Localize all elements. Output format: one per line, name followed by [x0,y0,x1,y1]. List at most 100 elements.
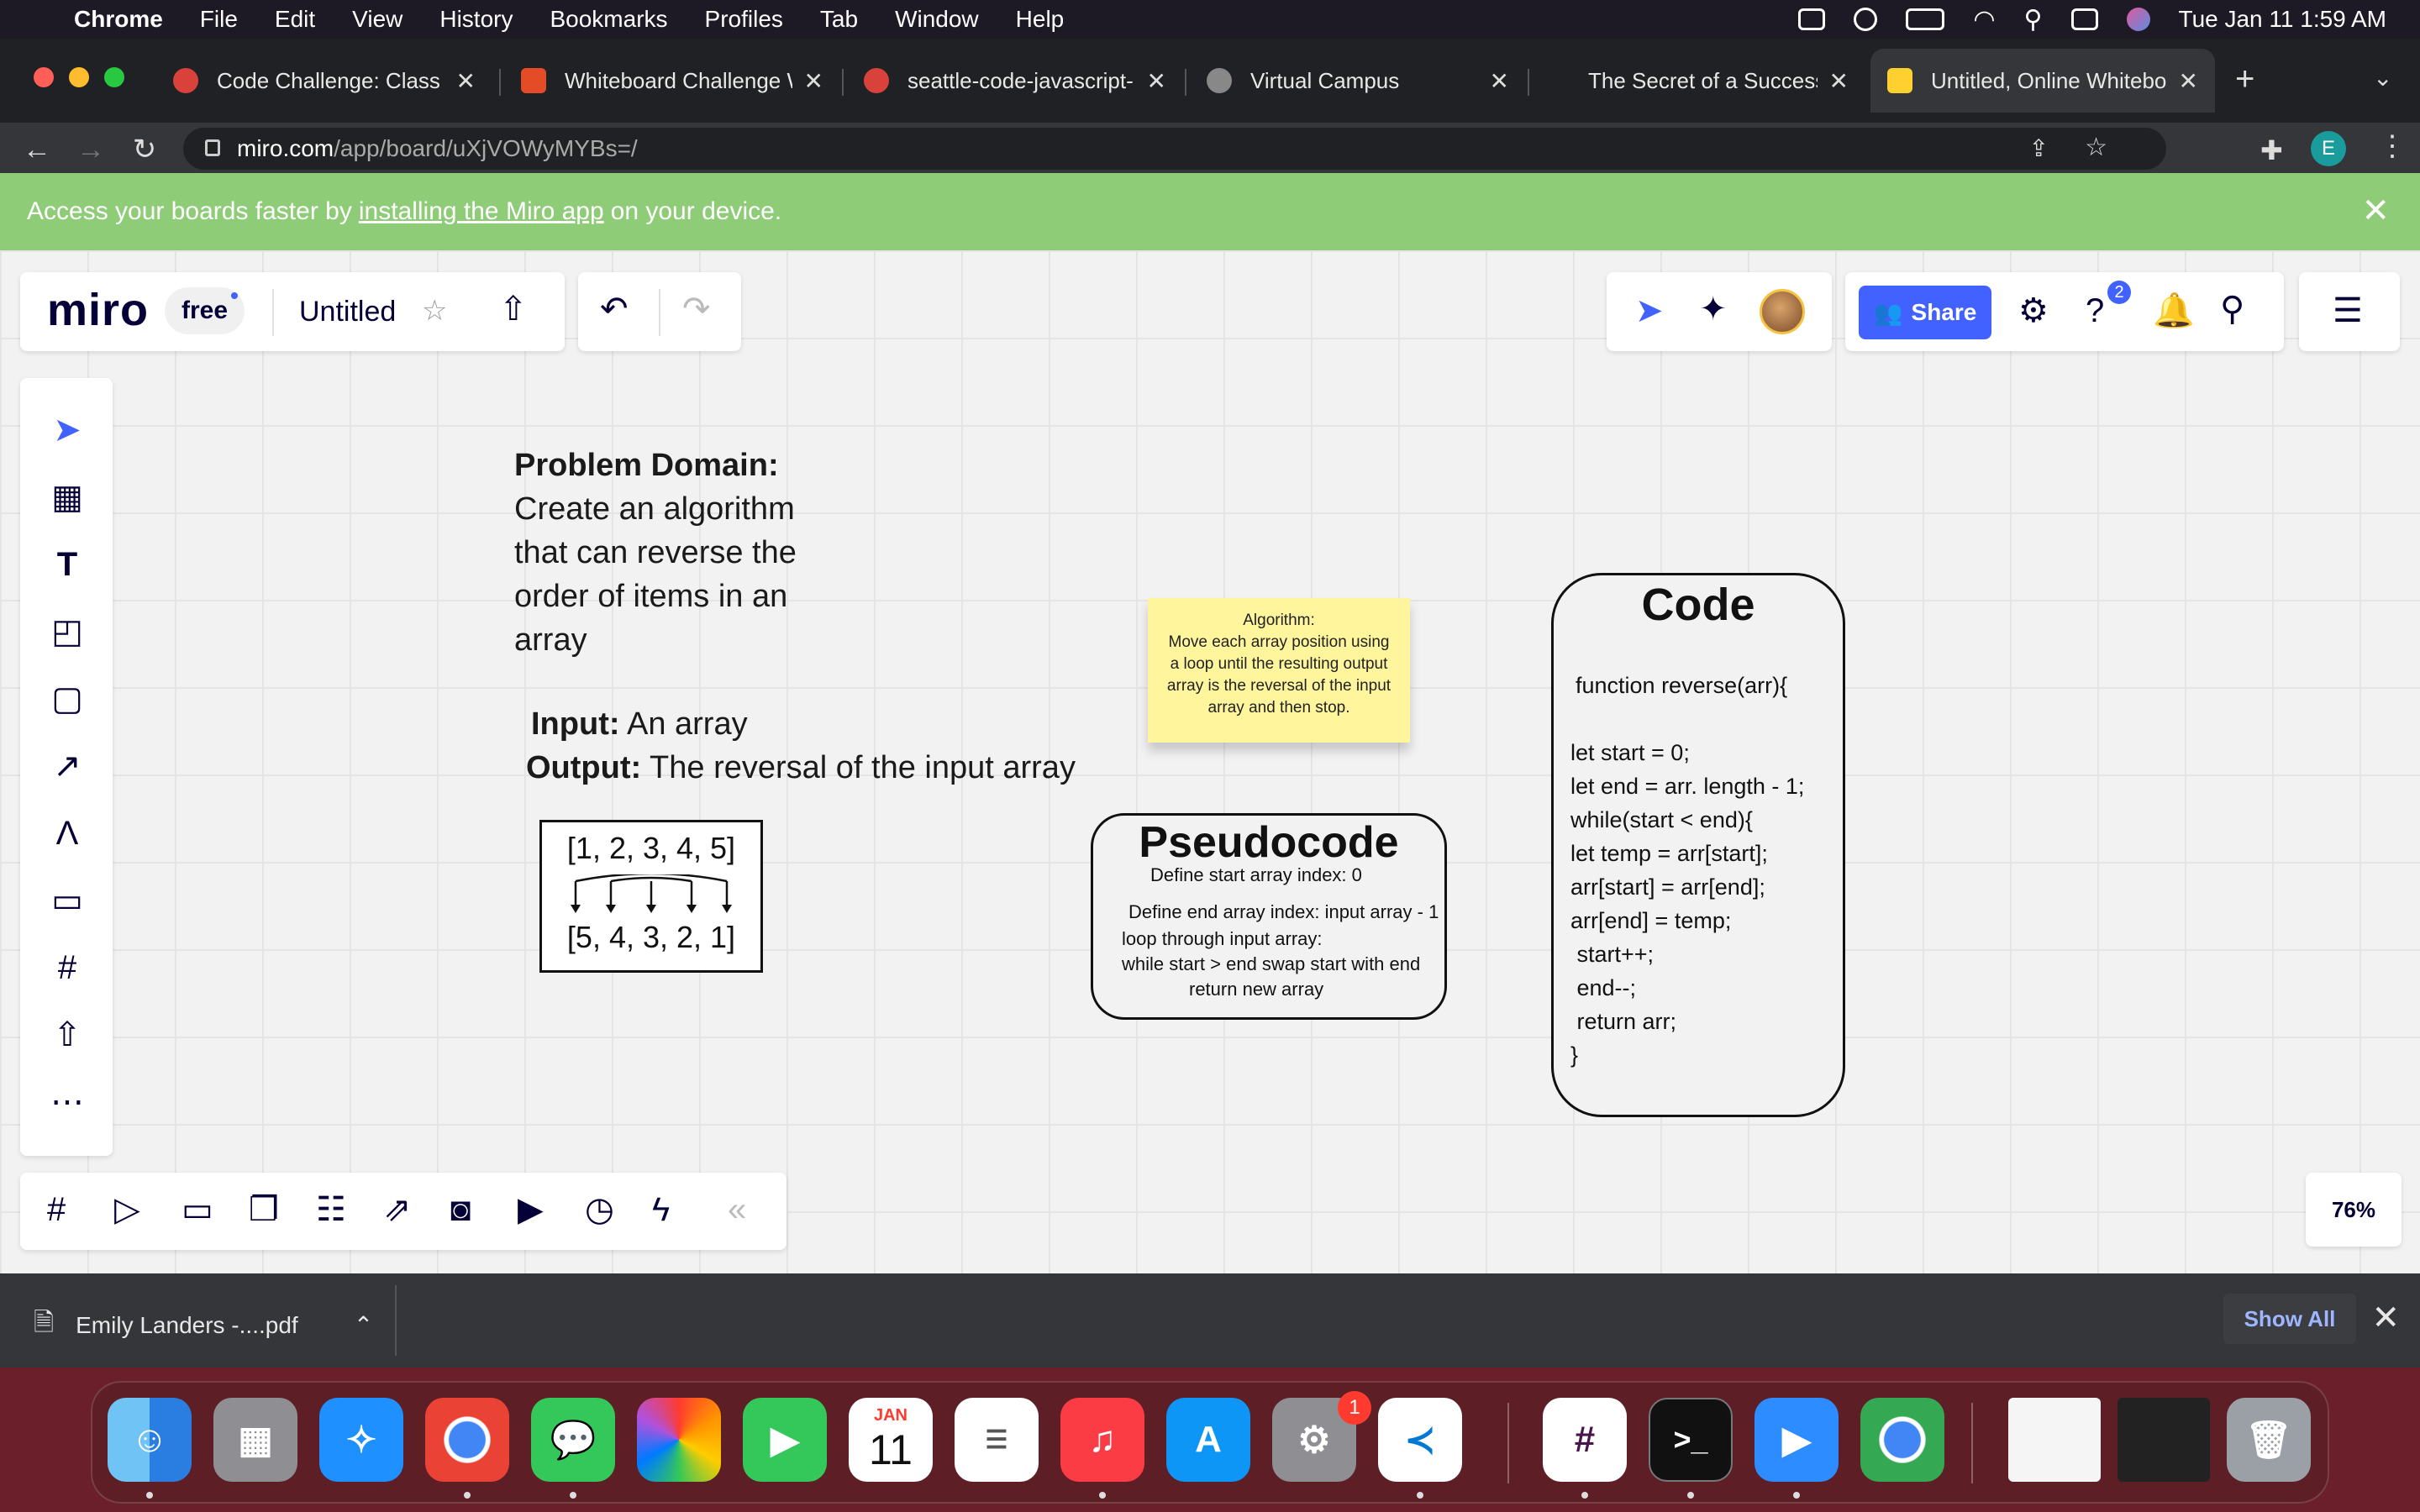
menu-profiles[interactable]: Profiles [705,6,783,33]
video-call-icon[interactable]: ▶ [518,1193,544,1226]
new-tab-icon[interactable]: + [2235,60,2254,98]
menu-help[interactable]: Help [1016,6,1065,33]
help-icon[interactable]: ? [2086,294,2104,328]
menu-app-name[interactable]: Chrome [74,6,163,33]
templates-icon[interactable]: ▦ [49,479,86,516]
chat-icon[interactable]: ❐ [249,1193,279,1226]
presentation-icon[interactable]: ▷ [114,1193,140,1226]
input-text[interactable]: Input: An array [531,702,748,746]
chrome-canary-icon[interactable] [1860,1398,1944,1482]
chevron-up-icon[interactable]: ⌃ [354,1311,373,1339]
text-tool-icon[interactable]: T [49,546,86,583]
menu-window[interactable]: Window [895,6,979,33]
play-icon[interactable] [1854,8,1878,31]
profile-avatar[interactable]: E [2311,131,2346,166]
upload-icon[interactable]: ⇧ [49,1016,86,1053]
slack-icon[interactable]: # [1543,1398,1627,1482]
close-tab-icon[interactable]: ✕ [1829,67,1849,95]
tab-code-challenge[interactable]: Code Challenge: Class 0 ✕ [156,49,492,113]
pseudocode-shape[interactable]: Pseudocode Define start array index: 0 D… [1091,813,1447,1020]
problem-domain-text[interactable]: Problem Domain: Create an algorithm that… [514,444,867,662]
tab-virtual-campus[interactable]: Virtual Campus ✕ [1190,49,1526,113]
more-menu-icon[interactable]: ⋮ [2378,129,2407,163]
menubar-clock[interactable]: Tue Jan 11 1:59 AM [2179,6,2387,33]
photos-icon[interactable] [637,1398,721,1482]
back-arrow-icon[interactable]: ← [10,134,64,166]
user-avatar[interactable] [1760,289,1805,334]
tab-search-chevron-icon[interactable]: ⌄ [2373,64,2392,92]
control-center-icon[interactable] [2070,8,2098,30]
battery-icon[interactable] [1906,8,1945,30]
minimize-window-button[interactable] [69,67,89,87]
favorite-star-icon[interactable]: ☆ [422,294,447,328]
export-upload-icon[interactable]: ⇧ [499,292,528,326]
finder-icon[interactable]: ☺ [108,1398,192,1482]
frames-icon[interactable]: # [47,1193,66,1226]
plan-badge[interactable]: free [165,287,245,334]
close-tab-icon[interactable]: ✕ [456,67,476,95]
search-icon[interactable]: ⚲ [2220,292,2244,326]
download-item[interactable]: 🗎 Emily Landers -....pdf ⌃ [34,1304,373,1347]
extensions-puzzle-icon[interactable]: ✚ [2260,134,2283,166]
close-download-bar-icon[interactable]: ✕ [2371,1299,2400,1337]
pen-tool-icon[interactable]: Λ [49,815,86,852]
frame-tool-icon[interactable]: # [49,949,86,986]
comment-icon[interactable]: ▭ [49,882,86,919]
connection-line-icon[interactable]: ↗ [49,748,86,785]
minimized-window-thumbnail[interactable] [2118,1398,2210,1482]
zoom-icon[interactable]: ▶ [1754,1398,1839,1482]
collapse-toolbar-icon[interactable]: « [728,1193,746,1226]
code-shape[interactable]: Code function reverse(arr){ let start = … [1551,573,1845,1117]
miro-board-canvas[interactable]: miro free Untitled ☆ ⇧ ↶ ↷ ➤ ✦ 👥 Share ⚙ … [0,250,2420,1273]
bookmark-star-icon[interactable]: ☆ [2085,133,2107,162]
calendar-icon[interactable]: JAN 11 [849,1398,933,1482]
close-tab-icon[interactable]: ✕ [2179,67,2198,95]
minimized-window-thumbnail[interactable] [2008,1398,2101,1482]
close-window-button[interactable] [34,67,54,87]
terminal-icon[interactable]: >_ [1649,1398,1733,1482]
facetime-icon[interactable]: ▶ [743,1398,827,1482]
reminders-icon[interactable]: ☰ [955,1398,1039,1482]
menu-history[interactable]: History [439,6,513,33]
settings-sliders-icon[interactable]: ⚙ [2018,294,2049,328]
install-app-link[interactable]: installing the Miro app [359,197,604,226]
algorithm-sticky-note[interactable]: Algorithm: Move each array position usin… [1148,598,1410,743]
screen-record-icon[interactable] [1798,8,1826,30]
menu-bookmarks[interactable]: Bookmarks [550,6,667,33]
tab-secret-of-success[interactable]: The Secret of a Success ✕ [1571,49,1865,113]
notes-list-icon[interactable]: ☰ [2333,294,2363,328]
show-all-button[interactable]: Show All [2223,1294,2356,1344]
vscode-icon[interactable]: ≺ [1378,1398,1462,1482]
chrome-icon[interactable] [425,1398,509,1482]
forward-arrow-icon[interactable]: → [64,134,118,166]
tab-seattle-code[interactable]: seattle-code-javascript- ✕ [847,49,1183,113]
lock-icon[interactable] [205,139,220,156]
array-diagram[interactable]: [1, 2, 3, 4, 5] [5, 4, 3, 2, 1] [539,820,763,973]
zoom-level[interactable]: 76% [2306,1173,2402,1247]
output-text[interactable]: Output: The reversal of the input array [526,746,1076,790]
cards-list-icon[interactable]: ☷ [316,1193,346,1226]
lightning-icon[interactable]: ϟ [652,1193,670,1226]
messages-icon[interactable]: 💬 [531,1398,615,1482]
menu-tab[interactable]: Tab [820,6,858,33]
comments-icon[interactable]: ▭ [182,1193,213,1226]
notifications-bell-icon[interactable]: 🔔 [2153,294,2195,328]
wifi-icon[interactable]: ◠ [1973,5,1995,34]
close-tab-icon[interactable]: ✕ [804,67,823,95]
menu-edit[interactable]: Edit [275,6,315,33]
share-button[interactable]: 👥 Share [1859,286,1991,339]
music-icon[interactable]: ♫ [1060,1398,1144,1482]
menu-file[interactable]: File [200,6,238,33]
close-tab-icon[interactable]: ✕ [1490,67,1509,95]
cursor-filter-icon[interactable]: ➤ [1635,294,1664,328]
launchpad-icon[interactable]: ▦ [213,1398,297,1482]
share-screen-icon[interactable]: ⇗ [383,1193,412,1226]
miro-logo[interactable]: miro [47,284,149,336]
screen-share-icon[interactable]: ◙ [450,1193,471,1226]
sticky-note-icon[interactable]: ◰ [49,613,86,650]
tab-miro-board[interactable]: Untitled, Online Whitebo ✕ [1870,49,2215,113]
tab-whiteboard-challenge[interactable]: Whiteboard Challenge W ✕ [504,49,840,113]
close-tab-icon[interactable]: ✕ [1147,67,1166,95]
redo-icon[interactable]: ↷ [682,292,711,326]
address-bar[interactable]: miro.com/app/board/uXjVOWyMYBs=/ ⇪ ☆ [183,128,2166,170]
